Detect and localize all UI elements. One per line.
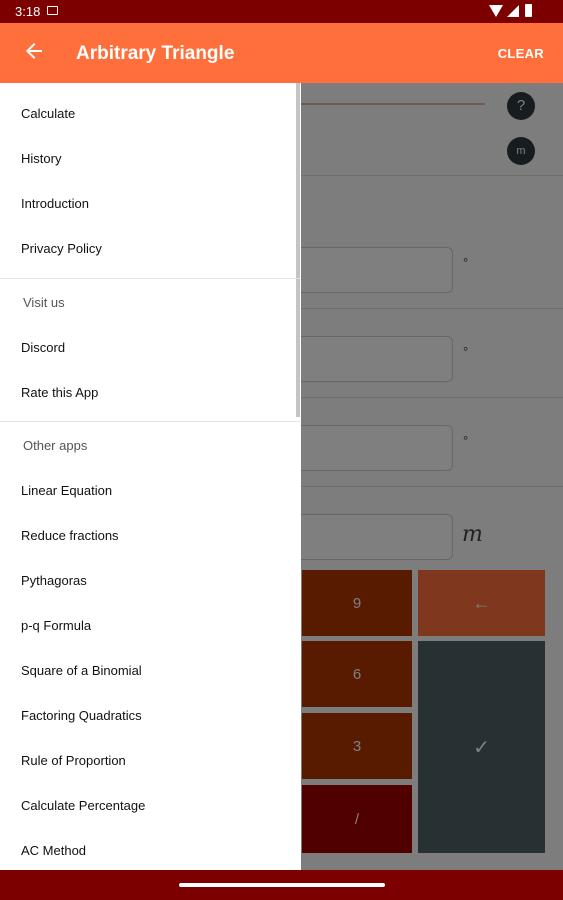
system-nav-bar bbox=[0, 870, 563, 900]
back-arrow-icon[interactable] bbox=[22, 39, 46, 63]
drawer-item-rule-of-proportion[interactable]: Rule of Proportion bbox=[21, 753, 126, 768]
drawer-item-rate-app[interactable]: Rate this App bbox=[21, 385, 98, 400]
drawer-item-calculate-percentage[interactable]: Calculate Percentage bbox=[21, 798, 145, 813]
drawer-divider bbox=[0, 278, 300, 279]
drawer-section-visit-us: Visit us bbox=[23, 295, 65, 310]
drawer-item-ac-method[interactable]: AC Method bbox=[21, 843, 86, 858]
drawer-item-discord[interactable]: Discord bbox=[21, 340, 65, 355]
page-title: Arbitrary Triangle bbox=[76, 43, 235, 64]
drawer-item-calculate[interactable]: Calculate bbox=[21, 106, 75, 121]
drawer-item-pq-formula[interactable]: p-q Formula bbox=[21, 618, 91, 633]
drawer-item-privacy-policy[interactable]: Privacy Policy bbox=[21, 241, 102, 256]
gesture-handle[interactable] bbox=[179, 883, 385, 887]
status-bar: 3:18 bbox=[0, 0, 563, 23]
drawer-item-reduce-fractions[interactable]: Reduce fractions bbox=[21, 528, 119, 543]
navigation-drawer: Calculate History Introduction Privacy P… bbox=[0, 83, 301, 870]
drawer-item-linear-equation[interactable]: Linear Equation bbox=[21, 483, 112, 498]
clear-button[interactable]: CLEAR bbox=[498, 46, 544, 61]
battery-icon bbox=[525, 4, 532, 17]
status-icons bbox=[489, 4, 539, 19]
status-time: 3:18 bbox=[15, 4, 41, 19]
app-bar: Arbitrary Triangle CLEAR bbox=[0, 23, 563, 83]
drawer-divider bbox=[0, 421, 300, 422]
drawer-item-history[interactable]: History bbox=[21, 151, 61, 166]
drawer-item-factoring-quadratics[interactable]: Factoring Quadratics bbox=[21, 708, 142, 723]
drawer-item-square-binomial[interactable]: Square of a Binomial bbox=[21, 663, 142, 678]
drawer-section-other-apps: Other apps bbox=[23, 438, 88, 453]
drawer-item-introduction[interactable]: Introduction bbox=[21, 196, 89, 211]
cast-icon bbox=[47, 6, 58, 15]
wifi-icon bbox=[489, 5, 503, 17]
signal-icon bbox=[507, 5, 519, 17]
drawer-scrollbar[interactable] bbox=[296, 83, 300, 417]
drawer-item-pythagoras[interactable]: Pythagoras bbox=[21, 573, 87, 588]
